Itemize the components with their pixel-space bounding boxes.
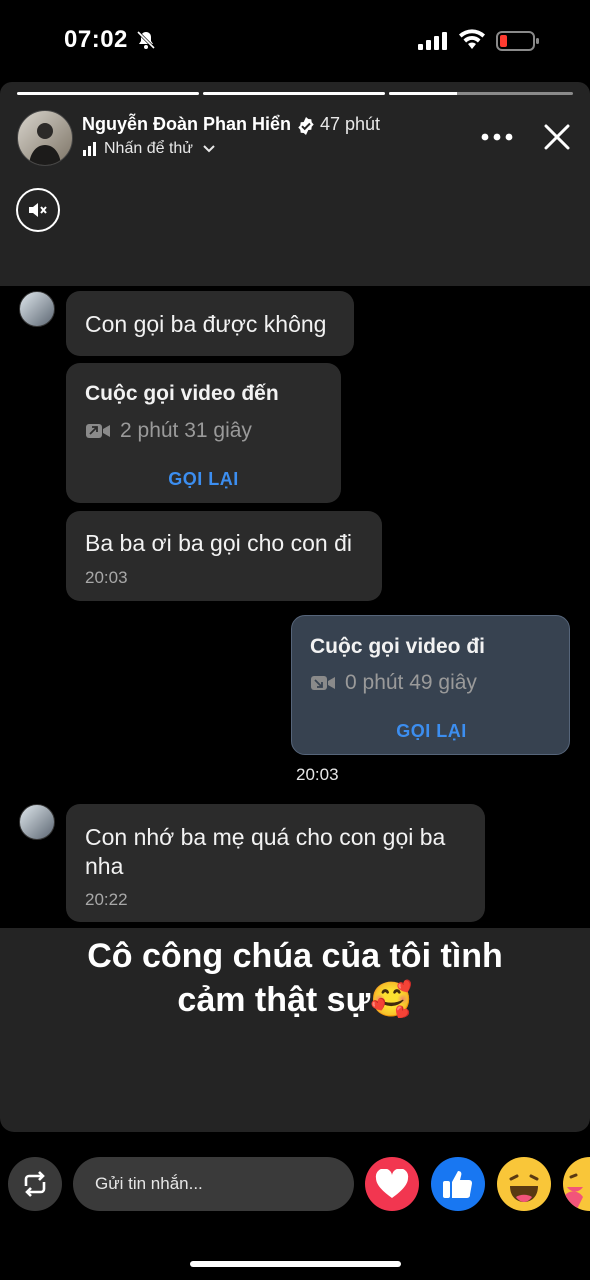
sender-avatar (19, 804, 55, 840)
incoming-call-card: Cuộc gọi video đến 2 phút 31 giây GỌI LẠ… (66, 363, 341, 503)
home-indicator[interactable] (190, 1261, 401, 1267)
call-duration: 2 phút 31 giây (120, 419, 252, 442)
reply-input[interactable] (73, 1157, 354, 1211)
message-bubble: Con gọi ba được không (66, 291, 354, 356)
story-caption: Cô công chúa của tôi tình cảm thật sự🥰 (0, 934, 590, 1022)
speaker-muted-icon (29, 203, 47, 217)
tap-to-try-link[interactable]: Nhấn để thử (104, 140, 193, 158)
story-time-ago: 47 phút (320, 114, 381, 134)
react-like-button[interactable] (431, 1157, 485, 1211)
message-time: 20:03 (85, 568, 128, 587)
share-button[interactable] (8, 1157, 62, 1211)
call-duration: 0 phút 49 giây (345, 671, 477, 694)
story-progress-3 (389, 92, 573, 95)
close-icon[interactable] (544, 124, 570, 150)
care-face-icon (565, 1173, 583, 1209)
laughing-face-icon (509, 1174, 539, 1202)
message-text: Ba ba ơi ba gọi cho con đi (85, 530, 352, 556)
react-care-button[interactable] (563, 1157, 590, 1211)
caption-line-2: cảm thật sự🥰 (177, 981, 413, 1019)
repost-icon (24, 1171, 46, 1197)
chevron-down-icon[interactable] (202, 143, 216, 155)
react-haha-button[interactable] (497, 1157, 551, 1211)
author-name[interactable]: Nguyễn Đoàn Phan Hiển (82, 114, 291, 135)
call-back-button[interactable]: GỌI LẠI (292, 721, 571, 742)
video-camera-icon (311, 676, 335, 690)
message-text-line-2: nha (85, 853, 124, 879)
bell-off-icon (136, 30, 156, 50)
caption-line-1: Cô công chúa của tôi tình (87, 937, 503, 975)
wifi-icon (459, 29, 485, 49)
person-icon (29, 123, 61, 165)
message-text: Con gọi ba được không (85, 311, 327, 337)
mute-button[interactable] (16, 188, 60, 232)
thumbs-up-icon (443, 1171, 473, 1199)
react-love-button[interactable] (365, 1157, 419, 1211)
status-time: 07:02 (64, 26, 128, 53)
story-progress-2 (203, 92, 385, 95)
call-back-button[interactable]: GỌI LẠI (66, 469, 341, 490)
more-options-icon[interactable] (480, 128, 514, 146)
message-text-line-1: Con nhớ ba mẹ quá cho con gọi ba (85, 824, 446, 850)
message-bubble: Con nhớ ba mẹ quá cho con gọi ba nha 20:… (66, 804, 485, 922)
video-camera-icon (86, 424, 110, 438)
sender-avatar (19, 291, 55, 327)
message-bubble: Ba ba ơi ba gọi cho con đi 20:03 (66, 511, 382, 601)
cellular-signal-icon (418, 32, 447, 50)
outgoing-call-card: Cuộc gọi video đi 0 phút 49 giây GỌI LẠI (291, 615, 570, 755)
audio-bars-icon (83, 142, 96, 156)
call-title: Cuộc gọi video đi (310, 635, 486, 658)
author-avatar[interactable] (17, 110, 73, 166)
heart-icon (375, 1169, 409, 1198)
verified-badge-icon (298, 117, 314, 135)
call-title: Cuộc gọi video đến (85, 382, 279, 405)
story-progress-1 (17, 92, 199, 95)
message-time: 20:22 (85, 890, 128, 909)
battery-icon (496, 31, 539, 51)
message-time: 20:03 (296, 765, 339, 784)
story-header-panel (0, 82, 590, 286)
